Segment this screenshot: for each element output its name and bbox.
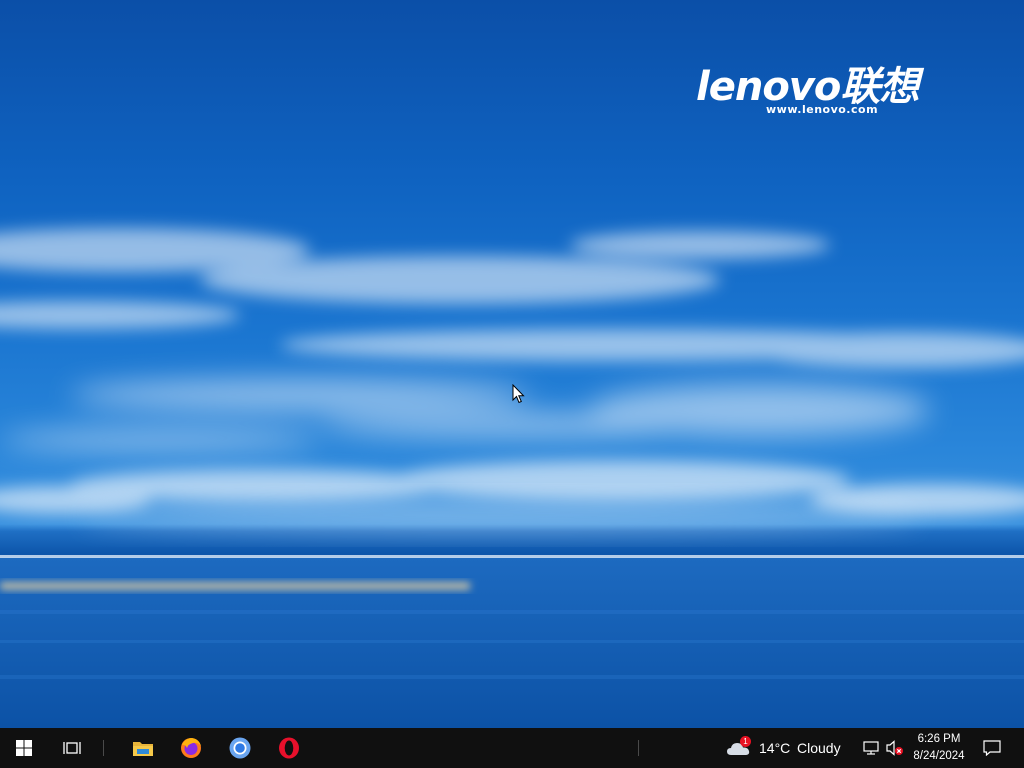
system-clock[interactable]: 6:26 PM 8/24/2024 (906, 731, 972, 765)
network-button[interactable] (860, 728, 882, 768)
action-center-icon (983, 740, 1001, 756)
weather-alert-badge: 1 (740, 736, 751, 747)
opera-button[interactable] (265, 728, 313, 768)
action-center-button[interactable] (978, 728, 1006, 768)
firefox-icon (181, 738, 201, 758)
opera-icon (279, 737, 299, 759)
weather-widget[interactable]: 1 14°C Cloudy (722, 728, 848, 768)
network-icon (863, 741, 879, 755)
volume-button[interactable] (884, 728, 906, 768)
lenovo-url: www.lenovo.com (766, 103, 879, 116)
task-view-icon (63, 742, 81, 754)
folder-icon (133, 742, 153, 756)
taskbar: 1 14°C Cloudy 6:26 PM 8/24/2024 (0, 728, 1024, 768)
clock-date: 8/24/2024 (913, 750, 965, 762)
file-explorer-button[interactable] (119, 728, 167, 768)
windows-logo-icon (16, 740, 32, 756)
weather-temperature: 14°C (759, 740, 791, 756)
firefox-button[interactable] (167, 728, 215, 768)
taskbar-separator-right (638, 740, 639, 756)
mouse-cursor-icon (512, 384, 525, 404)
task-view-button[interactable] (48, 728, 96, 768)
lenovo-brand: lenovo联想 www.lenovo.com (690, 54, 980, 124)
volume-muted-icon (886, 740, 903, 756)
chromium-icon (229, 737, 251, 759)
weather-alert-count: 1 (743, 737, 748, 746)
desktop[interactable]: lenovo联想 www.lenovo.com (0, 0, 1024, 728)
taskbar-separator (103, 740, 104, 756)
chromium-button[interactable] (216, 728, 264, 768)
start-button[interactable] (0, 728, 48, 768)
weather-condition: Cloudy (797, 740, 841, 756)
clock-time: 6:26 PM (917, 733, 961, 745)
